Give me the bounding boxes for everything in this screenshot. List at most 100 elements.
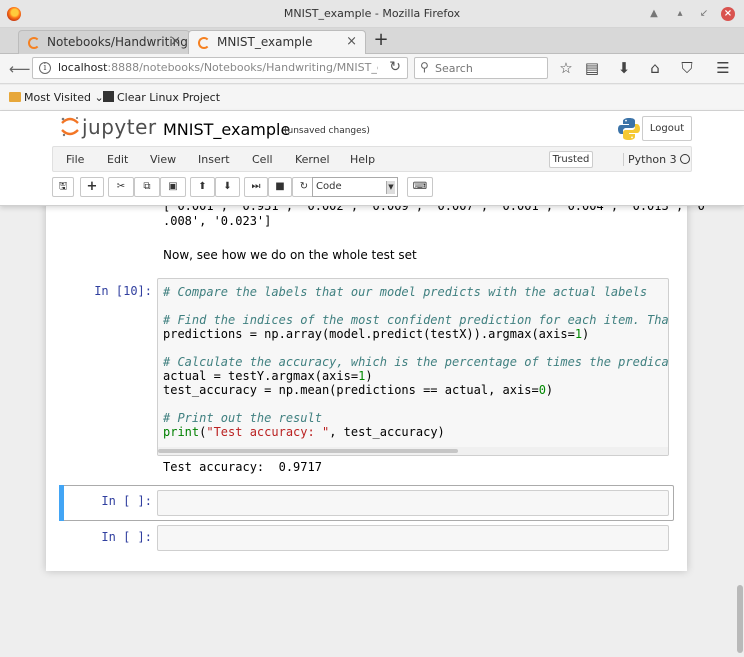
run-button[interactable]: ⏭ (244, 177, 268, 197)
empty-code-input[interactable] (157, 525, 669, 551)
minimize-button[interactable]: ▲ (647, 7, 661, 21)
search-bar[interactable]: ⚲ (414, 57, 548, 79)
cut-button[interactable]: ✂ (108, 177, 134, 197)
jupyter-wordmark: jupyter (82, 115, 157, 139)
code-line: test_accuracy = np.mean(predictions == a… (163, 383, 554, 397)
restore-button[interactable]: ▴ (673, 7, 687, 21)
clear-linux-icon (103, 91, 114, 102)
close-window-button[interactable]: × (721, 7, 735, 21)
bookmark-clear-linux[interactable]: Clear Linux Project (103, 91, 220, 104)
python-logo-icon (618, 118, 640, 140)
plus-icon: + (86, 179, 98, 194)
bookmarks-toolbar: Most Visited ⌄ Clear Linux Project (0, 85, 744, 111)
copy-button[interactable]: ⧉ (134, 177, 160, 197)
tab-notebooks-handwriting[interactable]: Notebooks/Handwriting/ × (18, 30, 192, 54)
insert-cell-button[interactable]: + (80, 177, 104, 197)
input-prompt: In [ ]: (101, 530, 152, 544)
output-result: Test accuracy: 0.9717 (163, 460, 322, 474)
home-icon[interactable]: ⌂ (645, 59, 665, 77)
scrollbar-thumb[interactable] (158, 449, 458, 453)
kernel-name: Python 3 (623, 153, 677, 166)
jupyter-favicon-icon (28, 37, 40, 49)
url-bar[interactable]: i localhost:8888/notebooks/Notebooks/Han… (32, 57, 408, 79)
menu-kernel[interactable]: Kernel (295, 153, 330, 166)
notebook-area[interactable]: ['0.001', '0.931', '0.002', '0.009', '0.… (0, 196, 744, 657)
code-line: # Compare the labels that our model pred… (163, 285, 648, 299)
page-scrollbar[interactable] (737, 585, 743, 653)
jupyter-header: jupyter MNIST_example (unsaved changes) … (0, 111, 744, 206)
code-line: predictions = np.array(model.predict(tes… (163, 327, 590, 341)
move-down-button[interactable]: ⬇ (215, 177, 240, 197)
notebook-container: ['0.001', '0.931', '0.002', '0.009', '0.… (46, 196, 705, 571)
window-title: MNIST_example - Mozilla Firefox (283, 7, 461, 20)
jupyter-orbit-icon (61, 117, 79, 137)
folder-icon (9, 92, 21, 102)
back-arrow-icon[interactable]: ⟵ (9, 60, 31, 78)
input-prompt: In [10]: (94, 284, 152, 298)
input-prompt: In [ ]: (101, 494, 152, 508)
menu-insert[interactable]: Insert (198, 153, 230, 166)
close-tab-icon[interactable]: × (346, 34, 357, 49)
horizontal-scrollbar[interactable] (158, 447, 668, 455)
save-button[interactable]: 🖫 (52, 177, 74, 197)
close-tab-icon[interactable]: × (170, 34, 181, 49)
arrow-down-icon: ⬇ (223, 181, 232, 192)
arrow-up-icon: ⬆ (198, 181, 207, 192)
chevron-down-icon: ▼ (386, 181, 395, 194)
restart-icon: ↻ (299, 181, 309, 192)
tab-bar: Notebooks/Handwriting/ × MNIST_example ×… (0, 28, 744, 55)
keyboard-icon: ⌨ (412, 181, 428, 192)
paste-icon: ▣ (168, 181, 178, 192)
menu-help[interactable]: Help (350, 153, 375, 166)
move-up-button[interactable]: ⬆ (190, 177, 215, 197)
code-line: # Print out the result (163, 411, 322, 425)
stop-icon: ■ (275, 181, 285, 192)
logout-button[interactable]: Logout (642, 116, 692, 141)
star-icon[interactable]: ☆ (556, 59, 576, 77)
tab-mnist-example[interactable]: MNIST_example × (188, 30, 366, 55)
reading-list-icon[interactable]: ▤ (582, 59, 602, 77)
command-palette-button[interactable]: ⌨ (407, 177, 433, 197)
scissors-icon: ✂ (116, 181, 126, 192)
notebook-toolbar: 🖫 + ✂ ⧉ ▣ ⬆ ⬇ ⏭ ■ ↻ Code ▼ ⌨ (52, 177, 692, 199)
hamburger-menu-icon[interactable]: ☰ (713, 59, 733, 77)
paste-button[interactable]: ▣ (160, 177, 186, 197)
tab-label: MNIST_example (217, 35, 313, 49)
step-forward-icon: ⏭ (251, 181, 261, 192)
empty-code-input[interactable] (157, 490, 669, 516)
new-tab-button[interactable]: + (371, 29, 391, 50)
menu-cell[interactable]: Cell (252, 153, 273, 166)
save-status: (unsaved changes) (284, 126, 370, 136)
navigation-bar: ⟵ i localhost:8888/notebooks/Notebooks/H… (0, 54, 744, 84)
cell-type-select[interactable]: Code ▼ (312, 177, 398, 197)
code-line: # Calculate the accuracy, which is the p… (163, 355, 669, 369)
code-line: actual = testY.argmax(axis=1) (163, 369, 373, 383)
output-line: .008', '0.023'] (163, 214, 272, 228)
trusted-indicator[interactable]: Trusted (549, 151, 593, 168)
copy-icon: ⧉ (143, 181, 151, 192)
search-input[interactable] (435, 60, 543, 76)
info-icon[interactable]: i (39, 62, 51, 74)
menu-file[interactable]: File (66, 153, 84, 166)
notebook-name[interactable]: MNIST_example (163, 120, 290, 139)
jupyter-favicon-icon (198, 37, 210, 49)
kernel-idle-indicator-icon (680, 154, 690, 164)
code-cell-input[interactable]: # Compare the labels that our model pred… (157, 278, 669, 456)
markdown-cell[interactable]: Now, see how we do on the whole test set (163, 248, 417, 262)
interrupt-button[interactable]: ■ (268, 177, 292, 197)
chevron-down-icon: ⌄ (90, 91, 104, 104)
search-icon: ⚲ (420, 60, 429, 74)
notebook-menubar: File Edit View Insert Cell Kernel Help T… (52, 146, 692, 172)
url-text[interactable]: localhost:8888/notebooks/Notebooks/Handw… (58, 61, 378, 74)
code-line: # Find the indices of the most confident… (163, 313, 669, 327)
save-icon: 🖫 (58, 181, 68, 192)
window-titlebar: MNIST_example - Mozilla Firefox ▲ ▴ ↙ × (0, 0, 744, 28)
reload-icon[interactable]: ↻ (389, 59, 401, 75)
download-icon[interactable]: ⬇ (614, 59, 634, 77)
maximize-button[interactable]: ↙ (697, 7, 711, 21)
menu-edit[interactable]: Edit (107, 153, 128, 166)
pocket-icon[interactable]: ⛉ (677, 59, 697, 77)
menu-view[interactable]: View (150, 153, 176, 166)
code-line: print("Test accuracy: ", test_accuracy) (163, 425, 445, 439)
bookmark-most-visited[interactable]: Most Visited ⌄ (9, 91, 104, 104)
